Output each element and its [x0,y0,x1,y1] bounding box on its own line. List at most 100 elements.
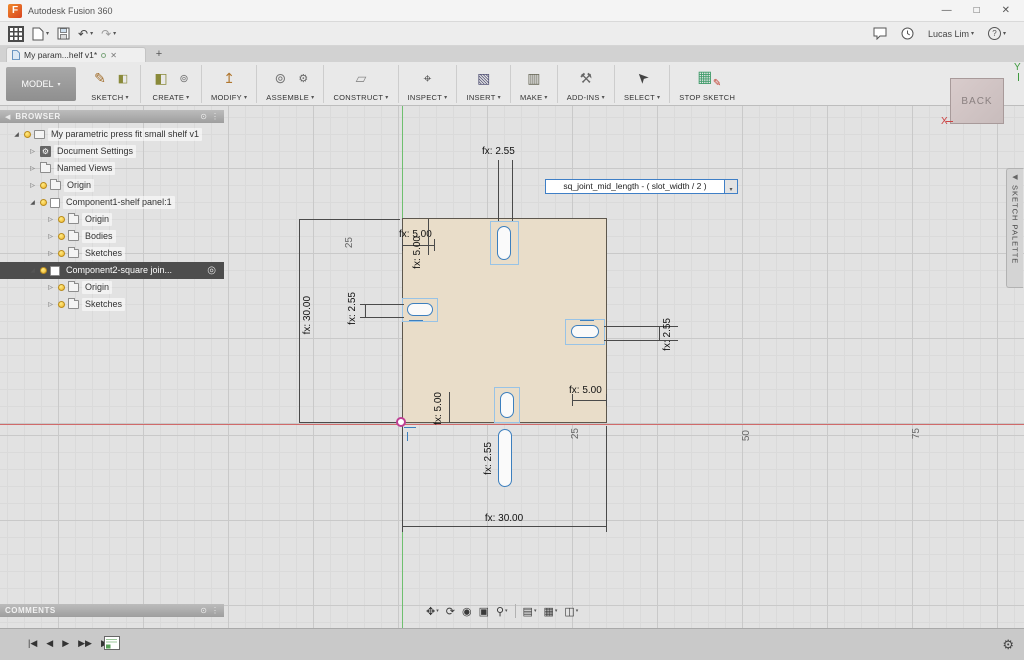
maximize-button[interactable]: □ [974,5,980,16]
group-label[interactable]: ADD-INS [567,93,600,102]
expand-arrow-icon[interactable]: ▷ [28,182,37,189]
visibility-bulb-icon[interactable] [24,131,31,138]
group-label[interactable]: SKETCH [91,93,123,102]
activate-component-icon[interactable]: ◎ [207,265,216,276]
new-tab-button[interactable]: + [152,47,166,61]
document-tab[interactable]: My param...helf v1* ✕ [6,47,146,62]
measure-icon[interactable]: ⌖ [416,67,438,89]
expand-arrow-icon[interactable]: ▷ [28,165,37,172]
skip-to-start-button[interactable]: |◀ [28,638,37,649]
group-label[interactable]: INSERT [466,93,495,102]
pan-button[interactable]: ✥ ▾ [426,605,439,618]
dimension-bottom-left-v[interactable]: fx: 5.00 [433,392,444,425]
expand-arrow-icon[interactable]: ▷ [46,301,55,308]
expand-arrow-icon[interactable]: ▷ [46,284,55,291]
group-label[interactable]: INSPECT [408,93,443,102]
visibility-bulb-icon[interactable] [58,216,65,223]
job-status-button[interactable] [901,27,914,40]
fast-forward-button[interactable]: ▶▶ [78,638,92,649]
browser-item-component1[interactable]: ◢ Component1-shelf panel:1 [0,194,224,211]
settings-gear-icon[interactable]: ⚙ [1002,637,1014,653]
create-sketch-icon[interactable]: ✎ [89,67,111,89]
grid-settings-button[interactable]: ▦ ▾ [543,605,557,618]
tab-close-button[interactable]: ✕ [110,51,117,60]
dimension-slot-left[interactable]: fx: 2.55 [347,292,358,325]
browser-item-sketches[interactable]: ▷ Sketches [0,245,224,262]
create-primitive-icon[interactable]: ⊚ [176,70,192,86]
look-at-button[interactable]: ◉ [462,605,472,618]
group-label[interactable]: ASSEMBLE [266,93,309,102]
sketch-canvas[interactable]: fx: 2.55 fx: 5.00 fx: 5.00 25 fx: 30.00 … [0,106,1024,628]
slot-left[interactable] [407,303,433,316]
play-button[interactable]: ▶ [62,638,69,649]
dimension-slot-top[interactable]: fx: 2.55 [482,146,515,157]
panel-filter-icon[interactable]: ⊙ [200,606,207,615]
undo-button[interactable]: ↶ ▾ [78,28,93,40]
sketch-palette-tab[interactable]: ◀ SKETCH PALETTE [1006,168,1023,288]
timeline-marker-icon[interactable] [104,636,120,655]
orbit-button[interactable]: ⟳ [446,605,455,618]
slot-bottom[interactable] [500,392,514,418]
group-label[interactable]: MODIFY [211,93,242,102]
expand-arrow-icon[interactable]: ◢ [28,199,37,206]
group-label[interactable]: CONSTRUCT [333,93,383,102]
construction-plane-icon[interactable]: ▱ [350,67,372,89]
workspace-switcher[interactable]: MODEL ▾ [6,67,76,101]
expand-arrow-icon[interactable]: ◢ [28,267,37,274]
create-form-icon[interactable]: ◧ [150,67,172,89]
origin-point[interactable] [396,417,406,427]
select-cursor-icon[interactable]: ➤ [627,62,658,93]
insert-icon[interactable]: ▧ [473,67,495,89]
comments-button[interactable] [873,27,887,40]
display-settings-button[interactable]: ▤ ▾ [523,605,537,618]
browser-item-document-settings[interactable]: ▷ ⚙ Document Settings [0,143,224,160]
browser-header[interactable]: ◀ BROWSER ⊙ ⋮ [0,110,224,123]
step-back-button[interactable]: ◀ [46,638,53,649]
user-menu[interactable]: Lucas Lim ▾ [928,29,974,39]
panel-menu-icon[interactable]: ⋮ [211,606,219,615]
minimize-button[interactable]: — [942,5,952,16]
visibility-bulb-icon[interactable] [58,250,65,257]
browser-item-named-views[interactable]: ▷ Named Views [0,160,224,177]
group-label[interactable]: CREATE [153,93,185,102]
view-cube-back-face[interactable]: BACK [950,78,1004,124]
dimension-bottom-right-h[interactable]: fx: 5.00 [569,385,602,396]
expand-arrow-icon[interactable]: ▷ [28,148,37,155]
expand-arrow-icon[interactable]: ▷ [46,250,55,257]
dimension-slot-bottom[interactable]: fx: 2.55 [483,442,494,475]
view-cube[interactable]: Y BACK X [941,62,1024,134]
zoom-button[interactable]: ⚲ ▾ [496,605,508,618]
visibility-bulb-icon[interactable] [58,233,65,240]
panel-filter-icon[interactable]: ⊙ [200,112,207,121]
comments-header[interactable]: COMMENTS ⊙ ⋮ [0,604,224,617]
visibility-bulb-icon[interactable] [40,267,47,274]
visibility-bulb-icon[interactable] [58,301,65,308]
dimension-height[interactable]: fx: 30.00 [302,296,313,334]
expand-arrow-icon[interactable]: ▷ [46,233,55,240]
browser-item-origin[interactable]: ▷ Origin [0,211,224,228]
app-grid-button[interactable] [8,25,24,42]
dimension-slot-right[interactable]: fx: 2.55 [662,318,673,351]
make-3d-print-icon[interactable]: ▥ [523,67,545,89]
close-button[interactable]: ✕ [1002,5,1010,16]
browser-item-origin[interactable]: ▷ Origin [0,279,224,296]
visibility-bulb-icon[interactable] [58,284,65,291]
expand-panel-icon[interactable]: ◀ [1012,173,1017,181]
scripts-addins-icon[interactable]: ⚒ [575,67,597,89]
browser-item-origin[interactable]: ▷ Origin [0,177,224,194]
panel-menu-icon[interactable]: ⋮ [211,112,219,121]
viewports-button[interactable]: ◫ ▾ [564,605,578,618]
file-menu-button[interactable]: ▾ [32,27,49,41]
stop-sketch-icon[interactable]: ▦ ✎ [695,67,721,89]
browser-item-component2[interactable]: ◢ Component2-square join... ◎ [0,262,224,279]
expand-arrow-icon[interactable]: ▷ [46,216,55,223]
joint-icon[interactable]: ⚙ [295,70,311,86]
sketch-tool-icon[interactable]: ◧ [115,70,131,86]
visibility-bulb-icon[interactable] [40,199,47,206]
redo-button[interactable]: ↷ ▾ [101,28,116,40]
new-component-icon[interactable]: ⊚ [269,67,291,89]
dimension-top-left-v[interactable]: fx: 5.00 [412,236,423,269]
slot-below-edge[interactable] [498,429,512,487]
dimension-expression-input[interactable]: sq_joint_mid_length - ( slot_width / 2 ) [545,179,725,194]
browser-item-bodies[interactable]: ▷ Bodies [0,228,224,245]
